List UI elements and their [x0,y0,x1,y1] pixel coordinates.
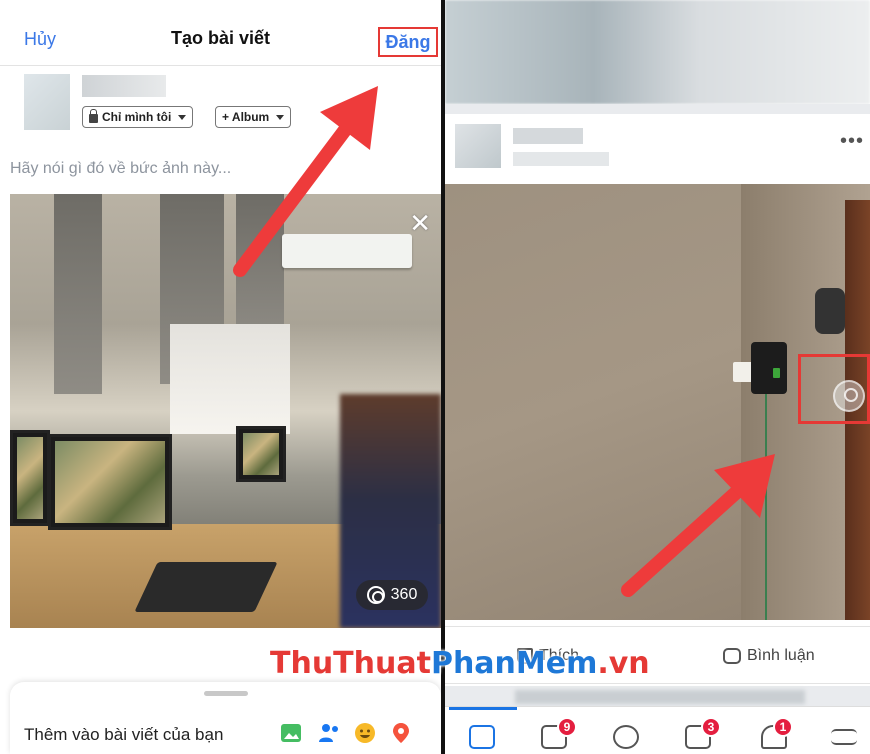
wall-device [733,362,753,382]
tag-people-icon[interactable] [318,722,340,744]
window-blind [54,194,102,394]
keyboard [134,562,278,612]
user-name-blurred [82,75,166,97]
caret-down-icon [178,114,187,120]
post-meta-blurred [513,152,609,166]
watermark-part: PhanMem [430,646,598,681]
create-post-panel: Hủy Tạo bài viết Đăng Chỉ mình tôi + Alb… [0,0,441,754]
pages-badge: 3 [701,717,721,737]
watermark: ThuThuatPhanMem.vn [270,646,650,681]
window [170,324,290,434]
more-options-icon[interactable]: ••• [840,130,864,153]
wall-meter [815,288,845,334]
previous-content-blurred [445,0,870,104]
comment-button[interactable]: Bình luận [723,647,815,665]
avatar [24,74,70,130]
photo-360-badge[interactable]: 360 [356,580,428,610]
monitor [10,430,50,526]
post-button[interactable]: Đăng [378,27,438,57]
monitor [48,434,172,530]
menu-tab[interactable] [831,729,857,745]
location-icon[interactable] [390,722,412,744]
monitor [236,426,286,482]
lock-icon [89,109,98,123]
photo-icon[interactable] [280,722,302,744]
add-to-post-sheet: Thêm vào bài viết của bạn [10,682,441,754]
watch-badge: 9 [557,717,577,737]
album-selector[interactable]: + Album [215,106,292,128]
posted-360-photo[interactable] [445,184,870,620]
attached-photo[interactable]: ✕ 360 [10,194,441,628]
window-blind [236,194,284,344]
add-to-post-label: Thêm vào bài viết của bạn [24,725,224,744]
feed-separator [445,104,870,114]
user-name-blurred [513,128,583,144]
watermark-part: .vn [597,646,650,681]
avatar[interactable] [455,124,501,168]
page-title: Tạo bài viết [170,28,271,48]
360-sphere-icon[interactable] [833,380,865,412]
close-icon[interactable]: ✕ [409,208,431,239]
create-post-header: Hủy Tạo bài viết Đăng [0,0,441,66]
cable [765,394,767,620]
comment-label: Bình luận [747,647,815,664]
air-conditioner [282,234,412,268]
news-feed-panel: ••• Thích Bình luận 9 3 1 [445,0,870,754]
album-label: + Album [222,110,270,124]
comment-icon [723,648,741,664]
news-feed-tab[interactable] [469,725,495,749]
watermark-part: ThuThuat [270,646,431,681]
caret-down-icon [276,114,285,120]
privacy-label: Chỉ mình tôi [102,110,172,124]
bottom-tab-bar: 9 3 1 [445,706,870,754]
drag-handle[interactable] [204,691,248,696]
attendance-device [751,342,787,394]
badge-360-label: 360 [390,586,418,603]
active-tab-indicator [449,707,517,710]
notifications-badge: 1 [773,717,793,737]
privacy-selector[interactable]: Chỉ mình tôi [82,106,194,128]
feeling-icon[interactable] [354,722,376,744]
sphere-icon [366,586,385,604]
post-text-input[interactable]: Hãy nói gì đó về bức ảnh này... [10,160,231,178]
next-post-blurred [515,690,805,704]
profile-tab[interactable] [613,725,639,749]
